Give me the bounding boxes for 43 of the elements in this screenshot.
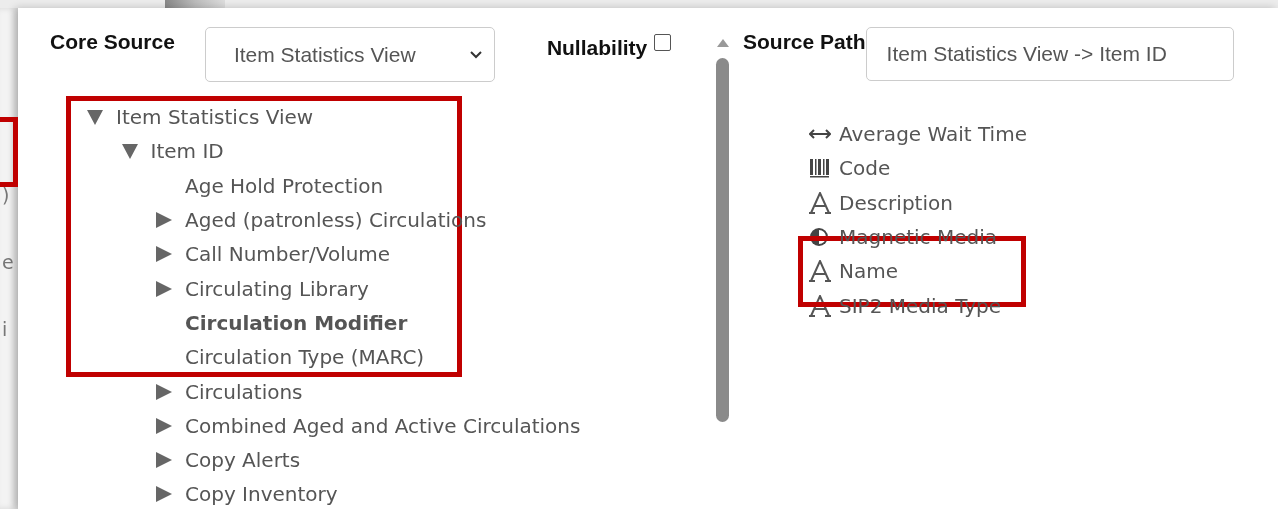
tree-item[interactable]: Item Statistics View xyxy=(116,105,314,130)
letter-a-icon xyxy=(809,260,831,283)
tree-item[interactable]: Copy Inventory xyxy=(185,482,338,507)
field-item[interactable]: Name xyxy=(839,259,898,284)
double-arrow-icon xyxy=(809,128,831,141)
toggle-circle-icon xyxy=(809,227,829,248)
source-path-label: Source Path xyxy=(743,30,866,54)
core-source-label: Core Source xyxy=(50,30,175,54)
expand-triangle-icon[interactable] xyxy=(155,451,173,470)
collapse-triangle-icon[interactable] xyxy=(120,142,139,161)
letter-a-icon xyxy=(809,294,831,317)
source-path-field[interactable]: Item Statistics View -> Item ID xyxy=(865,27,1234,81)
barcode-icon xyxy=(809,158,831,179)
expand-triangle-icon[interactable] xyxy=(155,382,173,401)
nullability-label: Nullability xyxy=(546,36,648,60)
field-item[interactable]: Description xyxy=(839,190,953,215)
tree-item[interactable]: Circulating Library xyxy=(185,276,369,301)
collapse-triangle-icon[interactable] xyxy=(86,108,104,127)
scroll-up-arrow-icon[interactable] xyxy=(716,38,729,47)
tree-item[interactable]: Combined Aged and Active Circulations xyxy=(185,413,581,438)
background-text: e xyxy=(2,251,15,275)
nullability-checkbox[interactable] xyxy=(654,34,672,51)
expand-triangle-icon[interactable] xyxy=(155,211,173,230)
field-item[interactable]: Average Wait Time xyxy=(839,122,1027,147)
tree-item[interactable]: Item ID xyxy=(150,139,224,164)
expand-triangle-icon[interactable] xyxy=(155,279,173,298)
expand-triangle-icon[interactable] xyxy=(155,416,173,435)
letter-a-icon xyxy=(809,191,831,214)
tree-item[interactable]: Circulations xyxy=(185,379,303,404)
tree-item[interactable]: Call Number/Volume xyxy=(185,242,391,267)
tree-item[interactable]: Age Hold Protection xyxy=(185,173,384,198)
field-item[interactable]: Magnetic Media xyxy=(839,225,997,250)
expand-triangle-icon[interactable] xyxy=(155,245,173,264)
background-text: i xyxy=(2,318,9,342)
tree-item[interactable]: Copy Alerts xyxy=(185,448,301,473)
tree-item[interactable]: Circulation Modifier xyxy=(185,310,408,335)
field-item[interactable]: Code xyxy=(839,156,891,181)
background-text: ) xyxy=(2,184,11,208)
tree-item[interactable]: Circulation Type (MARC) xyxy=(185,345,425,370)
core-source-select[interactable]: Item Statistics View xyxy=(204,27,495,82)
chevron-down-icon xyxy=(469,50,482,59)
scrollbar-thumb[interactable] xyxy=(716,58,729,422)
expand-triangle-icon[interactable] xyxy=(155,485,173,504)
